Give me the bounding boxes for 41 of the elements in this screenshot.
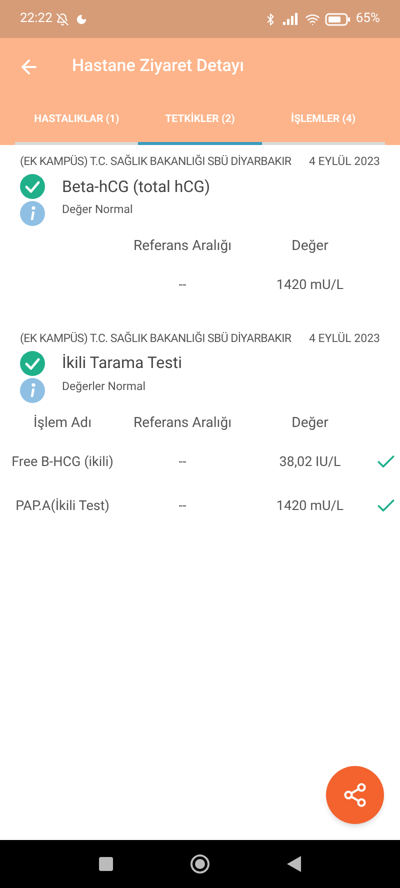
column-header: Değer: [290, 414, 330, 433]
square-icon[interactable]: [98, 857, 113, 871]
clock-time: 22:22: [20, 10, 52, 28]
info-icon: [20, 378, 45, 403]
table-cell-text: --: [178, 497, 188, 516]
home-circle-icon[interactable]: [190, 854, 210, 874]
table-cell-text: --: [178, 276, 188, 296]
column-header: Referans Aralığı: [132, 414, 233, 433]
tab[interactable]: TETKİKLER (2): [138, 96, 262, 145]
table-cell-text: PAP.A(İkili Test): [14, 497, 110, 516]
test-name: Beta-hCG (total hCG): [62, 176, 210, 198]
back-triangle-icon[interactable]: [287, 856, 302, 872]
share-button[interactable]: [326, 766, 384, 824]
battery-percent: 65%: [356, 10, 380, 28]
bell-off-icon: [56, 12, 70, 26]
share-icon: [342, 782, 368, 808]
test-date: 4 EYLÜL 2023: [308, 330, 380, 346]
info-icon: [20, 201, 45, 226]
page-title: Hastane Ziyaret Detayı: [72, 55, 244, 78]
tab[interactable]: İŞLEMLER (4): [262, 96, 385, 145]
hospital-name: (EK KAMPÜS) T.C. SAĞLIK BAKANLIĞI SBÜ DİYARBAKIR: [20, 330, 292, 346]
hospital-name: (EK KAMPÜS) T.C. SAĞLIK BAKANLIĞI SBÜ DİYARBAKIR: [20, 153, 292, 170]
signal-icon: [282, 13, 300, 25]
table-cell-text: 38,02 IU/L: [278, 452, 342, 472]
status-text: Değerler Normal: [62, 378, 146, 395]
status-text: Değer Normal: [62, 201, 133, 218]
table-cell-text: 1420 mU/L: [275, 497, 345, 516]
check-circle-icon: [20, 174, 45, 200]
column-header: İşlem Adı: [32, 414, 93, 433]
moon-icon: [76, 14, 88, 24]
check-circle-icon: [20, 350, 45, 376]
table-cell-text: --: [178, 452, 188, 472]
column-header: Referans Aralığı: [132, 237, 233, 256]
test-name: İkili Tarama Testi: [62, 352, 182, 374]
column-header: Değer: [290, 237, 330, 256]
table-cell-text: Free B-HCG (ikili): [10, 452, 114, 472]
battery-icon: [324, 12, 351, 26]
tab[interactable]: HASTALIKLAR (1): [15, 96, 138, 145]
wifi-icon: [304, 12, 320, 26]
test-date: 4 EYLÜL 2023: [308, 153, 380, 170]
table-cell-text: 1420 mU/L: [275, 276, 345, 296]
